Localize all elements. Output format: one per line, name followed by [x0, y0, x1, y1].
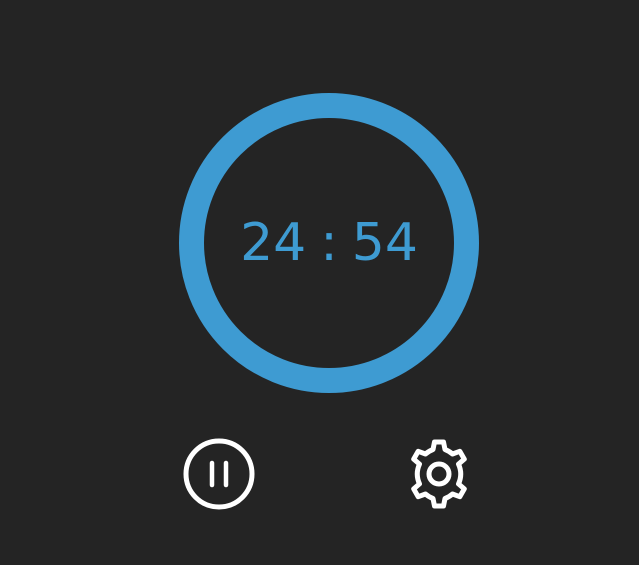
pomodoro-app: 24 : 54: [0, 0, 639, 565]
settings-button[interactable]: [402, 437, 476, 511]
time-display: 24 : 54: [179, 93, 479, 393]
time-separator: :: [320, 213, 338, 273]
seconds-value: 54: [351, 213, 418, 273]
minutes-value: 24: [240, 213, 307, 273]
pause-button[interactable]: [182, 437, 256, 511]
pause-circle-icon: [183, 438, 255, 510]
gear-icon: [411, 439, 467, 509]
